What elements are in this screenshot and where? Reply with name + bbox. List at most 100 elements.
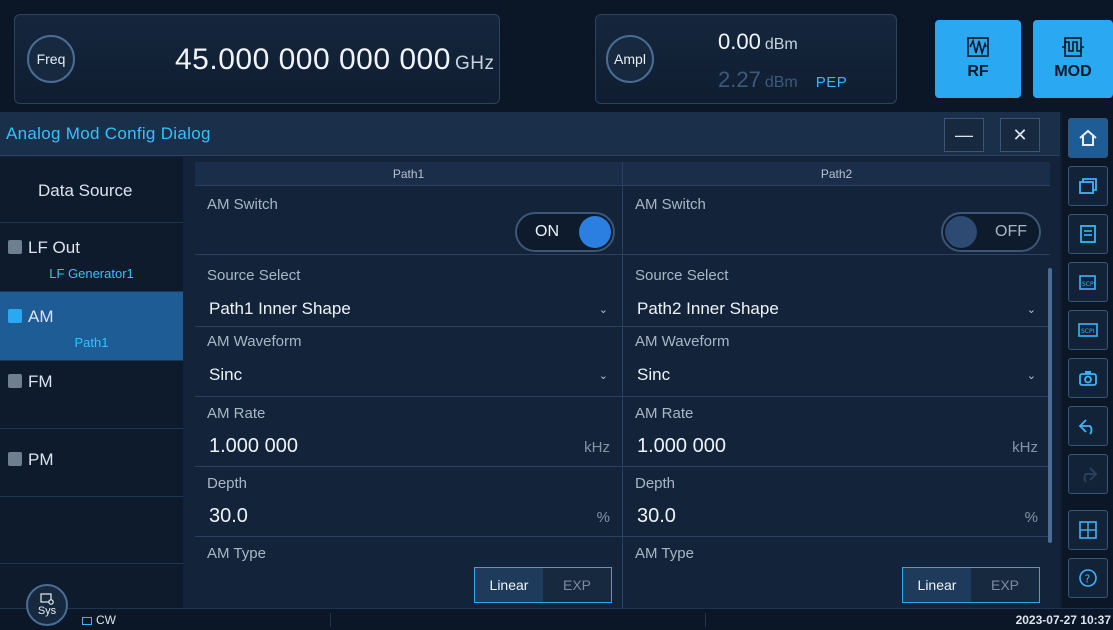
analog-mod-config-dialog: Analog Mod Config Dialog — ✕ Data Source… <box>0 112 1060 608</box>
path1-am-type-selector[interactable]: Linear EXP <box>474 567 612 603</box>
rf-button[interactable]: RF <box>935 20 1021 98</box>
path2-source-select[interactable]: Source Select Path2 Inner Shape ⌄ <box>623 255 1050 327</box>
frequency-unit: GHz <box>454 53 495 74</box>
screenshot-button[interactable] <box>1068 358 1108 398</box>
svg-text:SCPI: SCPI <box>1082 281 1096 288</box>
sys-button[interactable]: Sys <box>26 584 68 626</box>
close-button[interactable]: ✕ <box>1000 118 1040 152</box>
am-waveform-label: AM Waveform <box>635 333 730 350</box>
am-rate-label: AM Rate <box>207 405 266 422</box>
depth-value: 30.0 <box>209 505 248 527</box>
source-select-label: Source Select <box>635 267 729 284</box>
sidebar-item-data-source[interactable]: Data Source <box>0 157 183 223</box>
am-type-exp-option[interactable]: EXP <box>971 568 1039 602</box>
tool-column: SCPI SCPI ? <box>1062 112 1113 608</box>
on-switch-icon <box>8 309 22 323</box>
path2-am-switch-toggle[interactable]: OFF <box>941 212 1041 252</box>
windows-button[interactable] <box>1068 166 1108 206</box>
undo-button[interactable] <box>1068 406 1108 446</box>
sys-label: Sys <box>37 605 57 617</box>
path1-source-select[interactable]: Source Select Path1 Inner Shape ⌄ <box>195 255 622 327</box>
am-type-linear-option[interactable]: Linear <box>475 568 543 602</box>
off-switch-icon <box>8 240 22 254</box>
sidebar-item-fm[interactable]: FM <box>0 361 183 429</box>
am-rate-value: 1.000 000 <box>637 435 726 457</box>
path1-am-type-row: AM Type Linear EXP <box>195 537 622 608</box>
rf-wave-icon <box>967 37 989 57</box>
freq-button[interactable]: Freq <box>27 35 75 83</box>
am-waveform-value: Sinc <box>637 365 671 384</box>
path2-am-switch-row: AM Switch OFF <box>623 186 1050 255</box>
path1-am-waveform[interactable]: AM Waveform Sinc ⌄ <box>195 327 622 397</box>
help-icon: ? <box>1079 569 1097 587</box>
svg-text:?: ? <box>1085 573 1091 586</box>
sidebar-item-label: FM <box>28 372 53 391</box>
sidebar-item-label: Data Source <box>38 181 133 200</box>
home-button[interactable] <box>1068 118 1108 158</box>
depth-value: 30.0 <box>637 505 676 527</box>
path1-am-switch-toggle[interactable]: ON <box>515 212 615 252</box>
depth-unit: % <box>596 509 610 526</box>
switch-state-label: OFF <box>995 223 1027 240</box>
frequency-readout: 45.000 000 000 000 GHz <box>175 43 494 77</box>
am-waveform-label: AM Waveform <box>207 333 302 350</box>
path2-am-type-row: AM Type Linear EXP <box>623 537 1050 608</box>
chevron-down-icon: ⌄ <box>598 304 608 316</box>
am-type-exp-option[interactable]: EXP <box>543 568 611 602</box>
source-select-label: Source Select <box>207 267 301 284</box>
document-button[interactable] <box>1068 214 1108 254</box>
am-rate-value: 1.000 000 <box>209 435 298 457</box>
sidebar-item-pm[interactable]: PM <box>0 429 183 497</box>
content-scrollbar[interactable] <box>1048 268 1052 543</box>
am-switch-label: AM Switch <box>207 196 278 213</box>
mod-button[interactable]: MOD <box>1033 20 1113 98</box>
am-type-linear-option[interactable]: Linear <box>903 568 971 602</box>
sidebar-item-sublabel: Path1 <box>74 335 109 350</box>
windows-icon <box>1079 178 1097 194</box>
switch-knob <box>579 216 611 248</box>
amplitude-unit: dBm <box>764 36 798 53</box>
path2-am-rate[interactable]: AM Rate 1.000 000 kHz <box>623 397 1050 467</box>
chevron-down-icon: ⌄ <box>1026 304 1036 316</box>
off-switch-icon <box>8 374 22 388</box>
layout-button[interactable] <box>1068 510 1108 550</box>
path2-am-waveform[interactable]: AM Waveform Sinc ⌄ <box>623 327 1050 397</box>
status-timestamp: 2023-07-27 10:37 <box>1015 613 1111 627</box>
ampl-button[interactable]: Ampl <box>606 35 654 83</box>
pep-readout: 2.27 dBm PEP <box>718 67 847 93</box>
path1-am-rate[interactable]: AM Rate 1.000 000 kHz <box>195 397 622 467</box>
minimize-button[interactable]: — <box>944 118 984 152</box>
sidebar-item-lf-out[interactable]: LF Out LF Generator1 <box>0 223 183 292</box>
frequency-panel[interactable]: Freq 45.000 000 000 000 GHz <box>14 14 500 104</box>
scpi-script-icon: SCPI <box>1079 275 1096 290</box>
scpi-console-button[interactable]: SCPI <box>1068 310 1108 350</box>
sidebar-item-label: LF Out <box>28 238 80 257</box>
path2-header: Path2 <box>623 162 1050 186</box>
mod-label: MOD <box>1054 63 1092 80</box>
mode-indicator: CW <box>82 613 116 627</box>
depth-unit: % <box>1024 509 1038 526</box>
sidebar-item-label: PM <box>28 450 54 469</box>
help-button[interactable]: ? <box>1068 558 1108 598</box>
path2-depth[interactable]: Depth 30.0 % <box>623 467 1050 537</box>
top-bar: Freq 45.000 000 000 000 GHz Ampl 0.00 dBm … <box>0 0 1113 112</box>
camera-icon <box>1079 371 1097 386</box>
frequency-value: 45.000 000 000 000 <box>175 43 451 76</box>
sidebar-item-label: AM <box>28 307 54 326</box>
path1-depth[interactable]: Depth 30.0 % <box>195 467 622 537</box>
system-settings-icon <box>40 593 54 605</box>
pep-label: PEP <box>815 74 848 91</box>
amplitude-panel[interactable]: Ampl 0.00 dBm 2.27 dBm PEP <box>595 14 897 104</box>
undo-icon <box>1078 419 1093 435</box>
path2-am-type-selector[interactable]: Linear EXP <box>902 567 1040 603</box>
scpi-console-icon: SCPI <box>1078 323 1098 337</box>
pep-unit: dBm <box>764 74 798 91</box>
mod-pulse-icon <box>1062 37 1084 57</box>
status-bar: CW 2023-07-27 10:37 <box>0 608 1113 630</box>
amplitude-readout: 0.00 dBm <box>718 29 798 55</box>
sidebar-item-am[interactable]: AM Path1 <box>0 292 183 361</box>
source-select-value: Path2 Inner Shape <box>637 299 779 318</box>
scpi-script-button[interactable]: SCPI <box>1068 262 1108 302</box>
path1-header: Path1 <box>195 162 622 186</box>
redo-button[interactable] <box>1068 454 1108 494</box>
